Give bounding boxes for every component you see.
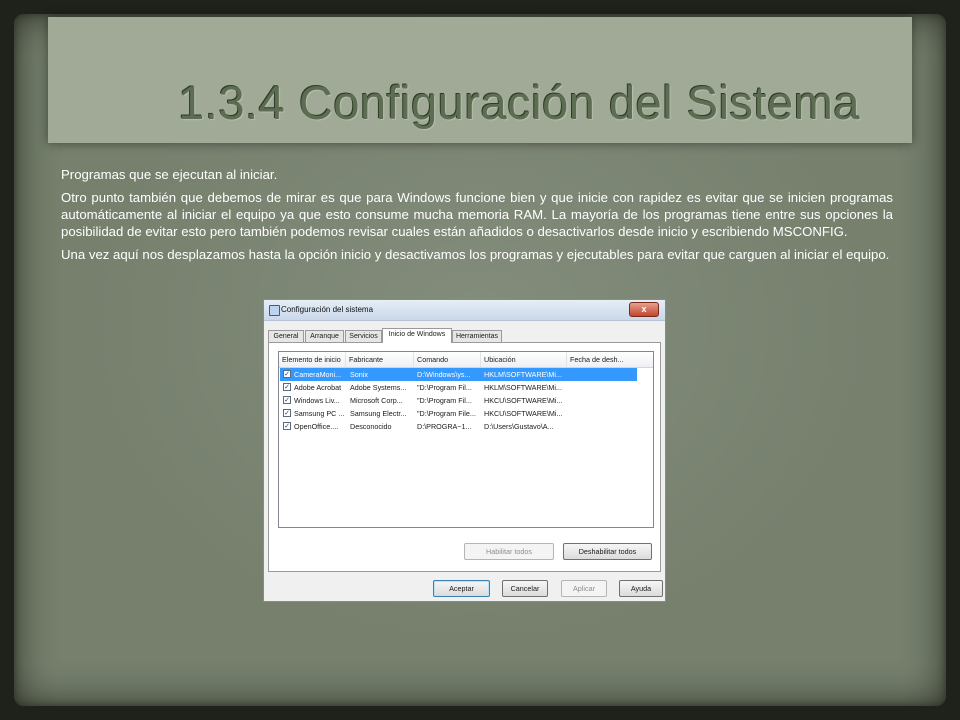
- tab-inicio-de-windows[interactable]: Inicio de Windows: [382, 328, 452, 343]
- paragraph-startup: Una vez aquí nos desplazamos hasta la op…: [61, 247, 890, 262]
- cell-location: HKCU\SOFTWARE\Mi...: [484, 409, 563, 418]
- startup-list[interactable]: Elemento de inicio Fabricante Comando Ub…: [278, 351, 654, 528]
- system-config-dialog: Configuración del sistema x General Arra…: [263, 299, 666, 602]
- ok-button[interactable]: Aceptar: [433, 580, 490, 597]
- cell-command: "D:\Program Fil...: [417, 383, 472, 392]
- list-item[interactable]: ✓ Adobe Acrobat Adobe Systems... "D:\Pro…: [280, 381, 637, 394]
- cell-location: D:\Users\Gustavo\A...: [484, 422, 554, 431]
- column-header-item[interactable]: Elemento de inicio: [279, 352, 346, 367]
- cell-item: Adobe Acrobat: [294, 383, 342, 392]
- column-header-location[interactable]: Ubicación: [481, 352, 567, 367]
- list-header: Elemento de inicio Fabricante Comando Ub…: [279, 352, 653, 368]
- cell-location: HKCU\SOFTWARE\Mi...: [484, 396, 563, 405]
- cell-item: CameraMoni...: [294, 370, 342, 379]
- checkbox[interactable]: ✓: [283, 409, 291, 417]
- cell-command: D:\PROGRA~1...: [417, 422, 472, 431]
- tab-general[interactable]: General: [268, 330, 304, 342]
- dialog-title: Configuración del sistema: [281, 305, 374, 314]
- cell-command: D:\Windows\ys...: [417, 370, 471, 379]
- cell-manufacturer: Desconocido: [350, 422, 392, 431]
- list-item[interactable]: ✓ Samsung PC ... Samsung Electr... "D:\P…: [280, 407, 637, 420]
- slide-title: 1.3.4 Configuración del Sistema: [178, 76, 860, 129]
- checkbox[interactable]: ✓: [283, 370, 291, 378]
- cell-location: HKLM\SOFTWARE\Mi...: [484, 383, 562, 392]
- paragraph-heading: Programas que se ejecutan al iniciar.: [61, 167, 278, 182]
- cell-command: "D:\Program File...: [417, 409, 476, 418]
- cell-manufacturer: Sonix: [350, 370, 368, 379]
- column-header-disabled-date[interactable]: Fecha de desh...: [567, 352, 653, 367]
- tab-arranque[interactable]: Arranque: [305, 330, 344, 342]
- cell-command: "D:\Program Fil...: [417, 396, 472, 405]
- cancel-button[interactable]: Cancelar: [502, 580, 548, 597]
- apply-button[interactable]: Aplicar: [561, 580, 607, 597]
- startup-panel: Elemento de inicio Fabricante Comando Ub…: [268, 342, 661, 572]
- cell-item: Samsung PC ...: [294, 409, 345, 418]
- disable-all-button[interactable]: Deshabilitar todos: [563, 543, 652, 560]
- checkbox[interactable]: ✓: [283, 422, 291, 430]
- cell-item: Windows Liv...: [294, 396, 340, 405]
- close-button[interactable]: x: [629, 302, 659, 317]
- column-header-manufacturer[interactable]: Fabricante: [346, 352, 414, 367]
- cell-manufacturer: Adobe Systems...: [350, 383, 407, 392]
- list-item[interactable]: ✓ Windows Liv... Microsoft Corp... "D:\P…: [280, 394, 637, 407]
- checkbox[interactable]: ✓: [283, 383, 291, 391]
- slide-body: Programas que se ejecutan al iniciar. Ot…: [61, 166, 893, 269]
- help-button[interactable]: Ayuda: [619, 580, 663, 597]
- msconfig-icon: [269, 305, 280, 316]
- cell-manufacturer: Microsoft Corp...: [350, 396, 403, 405]
- cell-location: HKLM\SOFTWARE\Mi...: [484, 370, 562, 379]
- cell-manufacturer: Samsung Electr...: [350, 409, 407, 418]
- paragraph-msconfig: Otro punto también que debemos de mirar …: [61, 190, 893, 239]
- tab-herramientas[interactable]: Herramientas: [452, 330, 502, 342]
- tab-servicios[interactable]: Servicios: [345, 330, 382, 342]
- checkbox[interactable]: ✓: [283, 396, 291, 404]
- list-item[interactable]: ✓ OpenOffice.... Desconocido D:\PROGRA~1…: [280, 420, 637, 433]
- list-item[interactable]: ✓ CameraMoni... Sonix D:\Windows\ys... H…: [280, 368, 637, 381]
- column-header-command[interactable]: Comando: [414, 352, 481, 367]
- dialog-titlebar[interactable]: Configuración del sistema x: [264, 300, 665, 321]
- enable-all-button[interactable]: Habilitar todos: [464, 543, 554, 560]
- cell-item: OpenOffice....: [294, 422, 339, 431]
